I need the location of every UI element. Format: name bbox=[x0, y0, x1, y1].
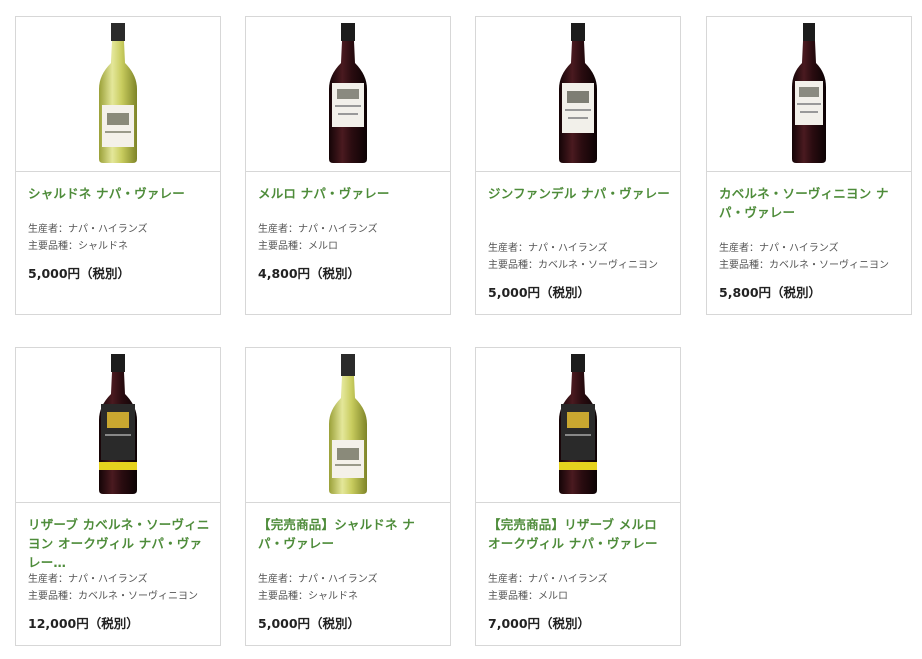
product-image[interactable] bbox=[246, 17, 450, 172]
grape-label: 主要品種： bbox=[258, 241, 308, 252]
product-info: 生産者：ナパ・ハイランズ 主要品種：カベルネ・ソーヴィニヨン bbox=[28, 571, 212, 605]
product-price: 5,000円（税別） bbox=[258, 616, 361, 631]
producer-label: 生産者： bbox=[719, 243, 759, 254]
grape-label: 主要品種： bbox=[488, 260, 538, 271]
product-info: 生産者：ナパ・ハイランズ 主要品種：カベルネ・ソーヴィニヨン bbox=[719, 240, 903, 274]
product-name-link[interactable]: メルロ ナパ・ヴァレー bbox=[258, 184, 440, 203]
product-card[interactable]: 【完売商品】リザーブ メルロ オークヴィル ナパ・ヴァレー 生産者：ナパ・ハイラ… bbox=[475, 347, 681, 646]
producer-value: ナパ・ハイランズ bbox=[298, 574, 378, 585]
reserve-wine-bottle-icon bbox=[99, 354, 137, 494]
product-name-link[interactable]: ジンファンデル ナパ・ヴァレー bbox=[488, 184, 670, 203]
grape-label: 主要品種： bbox=[28, 241, 78, 252]
product-image[interactable] bbox=[16, 17, 220, 172]
product-price: 5,800円（税別） bbox=[719, 285, 822, 300]
product-price: 12,000円（税別） bbox=[28, 616, 139, 631]
producer-label: 生産者： bbox=[488, 574, 528, 585]
producer-value: ナパ・ハイランズ bbox=[759, 243, 839, 254]
red-wine-bottle-icon bbox=[559, 23, 597, 163]
product-card[interactable]: メルロ ナパ・ヴァレー 生産者：ナパ・ハイランズ 主要品種：メルロ 4,800円… bbox=[245, 16, 451, 315]
product-name-link[interactable]: リザーブ カベルネ・ソーヴィニヨン オークヴィル ナパ・ヴァレー… bbox=[28, 515, 210, 572]
grape-value: シャルドネ bbox=[308, 591, 358, 602]
product-card[interactable]: カベルネ・ソーヴィニヨン ナパ・ヴァレー 生産者：ナパ・ハイランズ 主要品種：カ… bbox=[706, 16, 912, 315]
product-card[interactable]: シャルドネ ナパ・ヴァレー 生産者：ナパ・ハイランズ 主要品種：シャルドネ 5,… bbox=[15, 16, 221, 315]
product-card[interactable]: リザーブ カベルネ・ソーヴィニヨン オークヴィル ナパ・ヴァレー… 生産者：ナパ… bbox=[15, 347, 221, 646]
product-name-link[interactable]: シャルドネ ナパ・ヴァレー bbox=[28, 184, 210, 203]
grape-label: 主要品種： bbox=[28, 591, 78, 602]
grape-label: 主要品種： bbox=[719, 260, 769, 271]
product-image[interactable] bbox=[707, 17, 911, 172]
product-name-link[interactable]: カベルネ・ソーヴィニヨン ナパ・ヴァレー bbox=[719, 184, 901, 222]
product-price: 7,000円（税別） bbox=[488, 616, 591, 631]
producer-value: ナパ・ハイランズ bbox=[298, 224, 378, 235]
product-info: 生産者：ナパ・ハイランズ 主要品種：カベルネ・ソーヴィニヨン bbox=[488, 240, 672, 274]
grape-value: メルロ bbox=[308, 241, 338, 252]
producer-label: 生産者： bbox=[28, 574, 68, 585]
product-price: 4,800円（税別） bbox=[258, 266, 361, 281]
red-wine-bottle-icon bbox=[792, 23, 826, 163]
product-info: 生産者：ナパ・ハイランズ 主要品種：シャルドネ bbox=[28, 221, 212, 255]
white-wine-bottle-icon bbox=[99, 23, 137, 163]
product-name-link[interactable]: 【完売商品】シャルドネ ナパ・ヴァレー bbox=[258, 515, 440, 553]
product-info: 生産者：ナパ・ハイランズ 主要品種：メルロ bbox=[488, 571, 672, 605]
product-image[interactable] bbox=[16, 348, 220, 503]
red-wine-bottle-icon bbox=[329, 23, 367, 163]
white-wine-bottle-icon bbox=[329, 354, 367, 494]
grape-label: 主要品種： bbox=[258, 591, 308, 602]
product-price: 5,000円（税別） bbox=[488, 285, 591, 300]
producer-value: ナパ・ハイランズ bbox=[68, 574, 148, 585]
producer-label: 生産者： bbox=[488, 243, 528, 254]
grape-label: 主要品種： bbox=[488, 591, 538, 602]
grape-value: カベルネ・ソーヴィニヨン bbox=[78, 591, 198, 602]
product-price: 5,000円（税別） bbox=[28, 266, 131, 281]
producer-label: 生産者： bbox=[28, 224, 68, 235]
producer-label: 生産者： bbox=[258, 224, 298, 235]
reserve-wine-bottle-icon bbox=[559, 354, 597, 494]
producer-label: 生産者： bbox=[258, 574, 298, 585]
grape-value: カベルネ・ソーヴィニヨン bbox=[769, 260, 889, 271]
grape-value: シャルドネ bbox=[78, 241, 128, 252]
product-card[interactable]: ジンファンデル ナパ・ヴァレー 生産者：ナパ・ハイランズ 主要品種：カベルネ・ソ… bbox=[475, 16, 681, 315]
producer-value: ナパ・ハイランズ bbox=[528, 574, 608, 585]
grape-value: カベルネ・ソーヴィニヨン bbox=[538, 260, 658, 271]
producer-value: ナパ・ハイランズ bbox=[68, 224, 148, 235]
product-image[interactable] bbox=[476, 348, 680, 503]
product-card[interactable]: 【完売商品】シャルドネ ナパ・ヴァレー 生産者：ナパ・ハイランズ 主要品種：シャ… bbox=[245, 347, 451, 646]
producer-value: ナパ・ハイランズ bbox=[528, 243, 608, 254]
product-info: 生産者：ナパ・ハイランズ 主要品種：シャルドネ bbox=[258, 571, 442, 605]
product-image[interactable] bbox=[476, 17, 680, 172]
product-name-link[interactable]: 【完売商品】リザーブ メルロ オークヴィル ナパ・ヴァレー bbox=[488, 515, 670, 553]
product-image[interactable] bbox=[246, 348, 450, 503]
product-info: 生産者：ナパ・ハイランズ 主要品種：メルロ bbox=[258, 221, 442, 255]
grape-value: メルロ bbox=[538, 591, 568, 602]
